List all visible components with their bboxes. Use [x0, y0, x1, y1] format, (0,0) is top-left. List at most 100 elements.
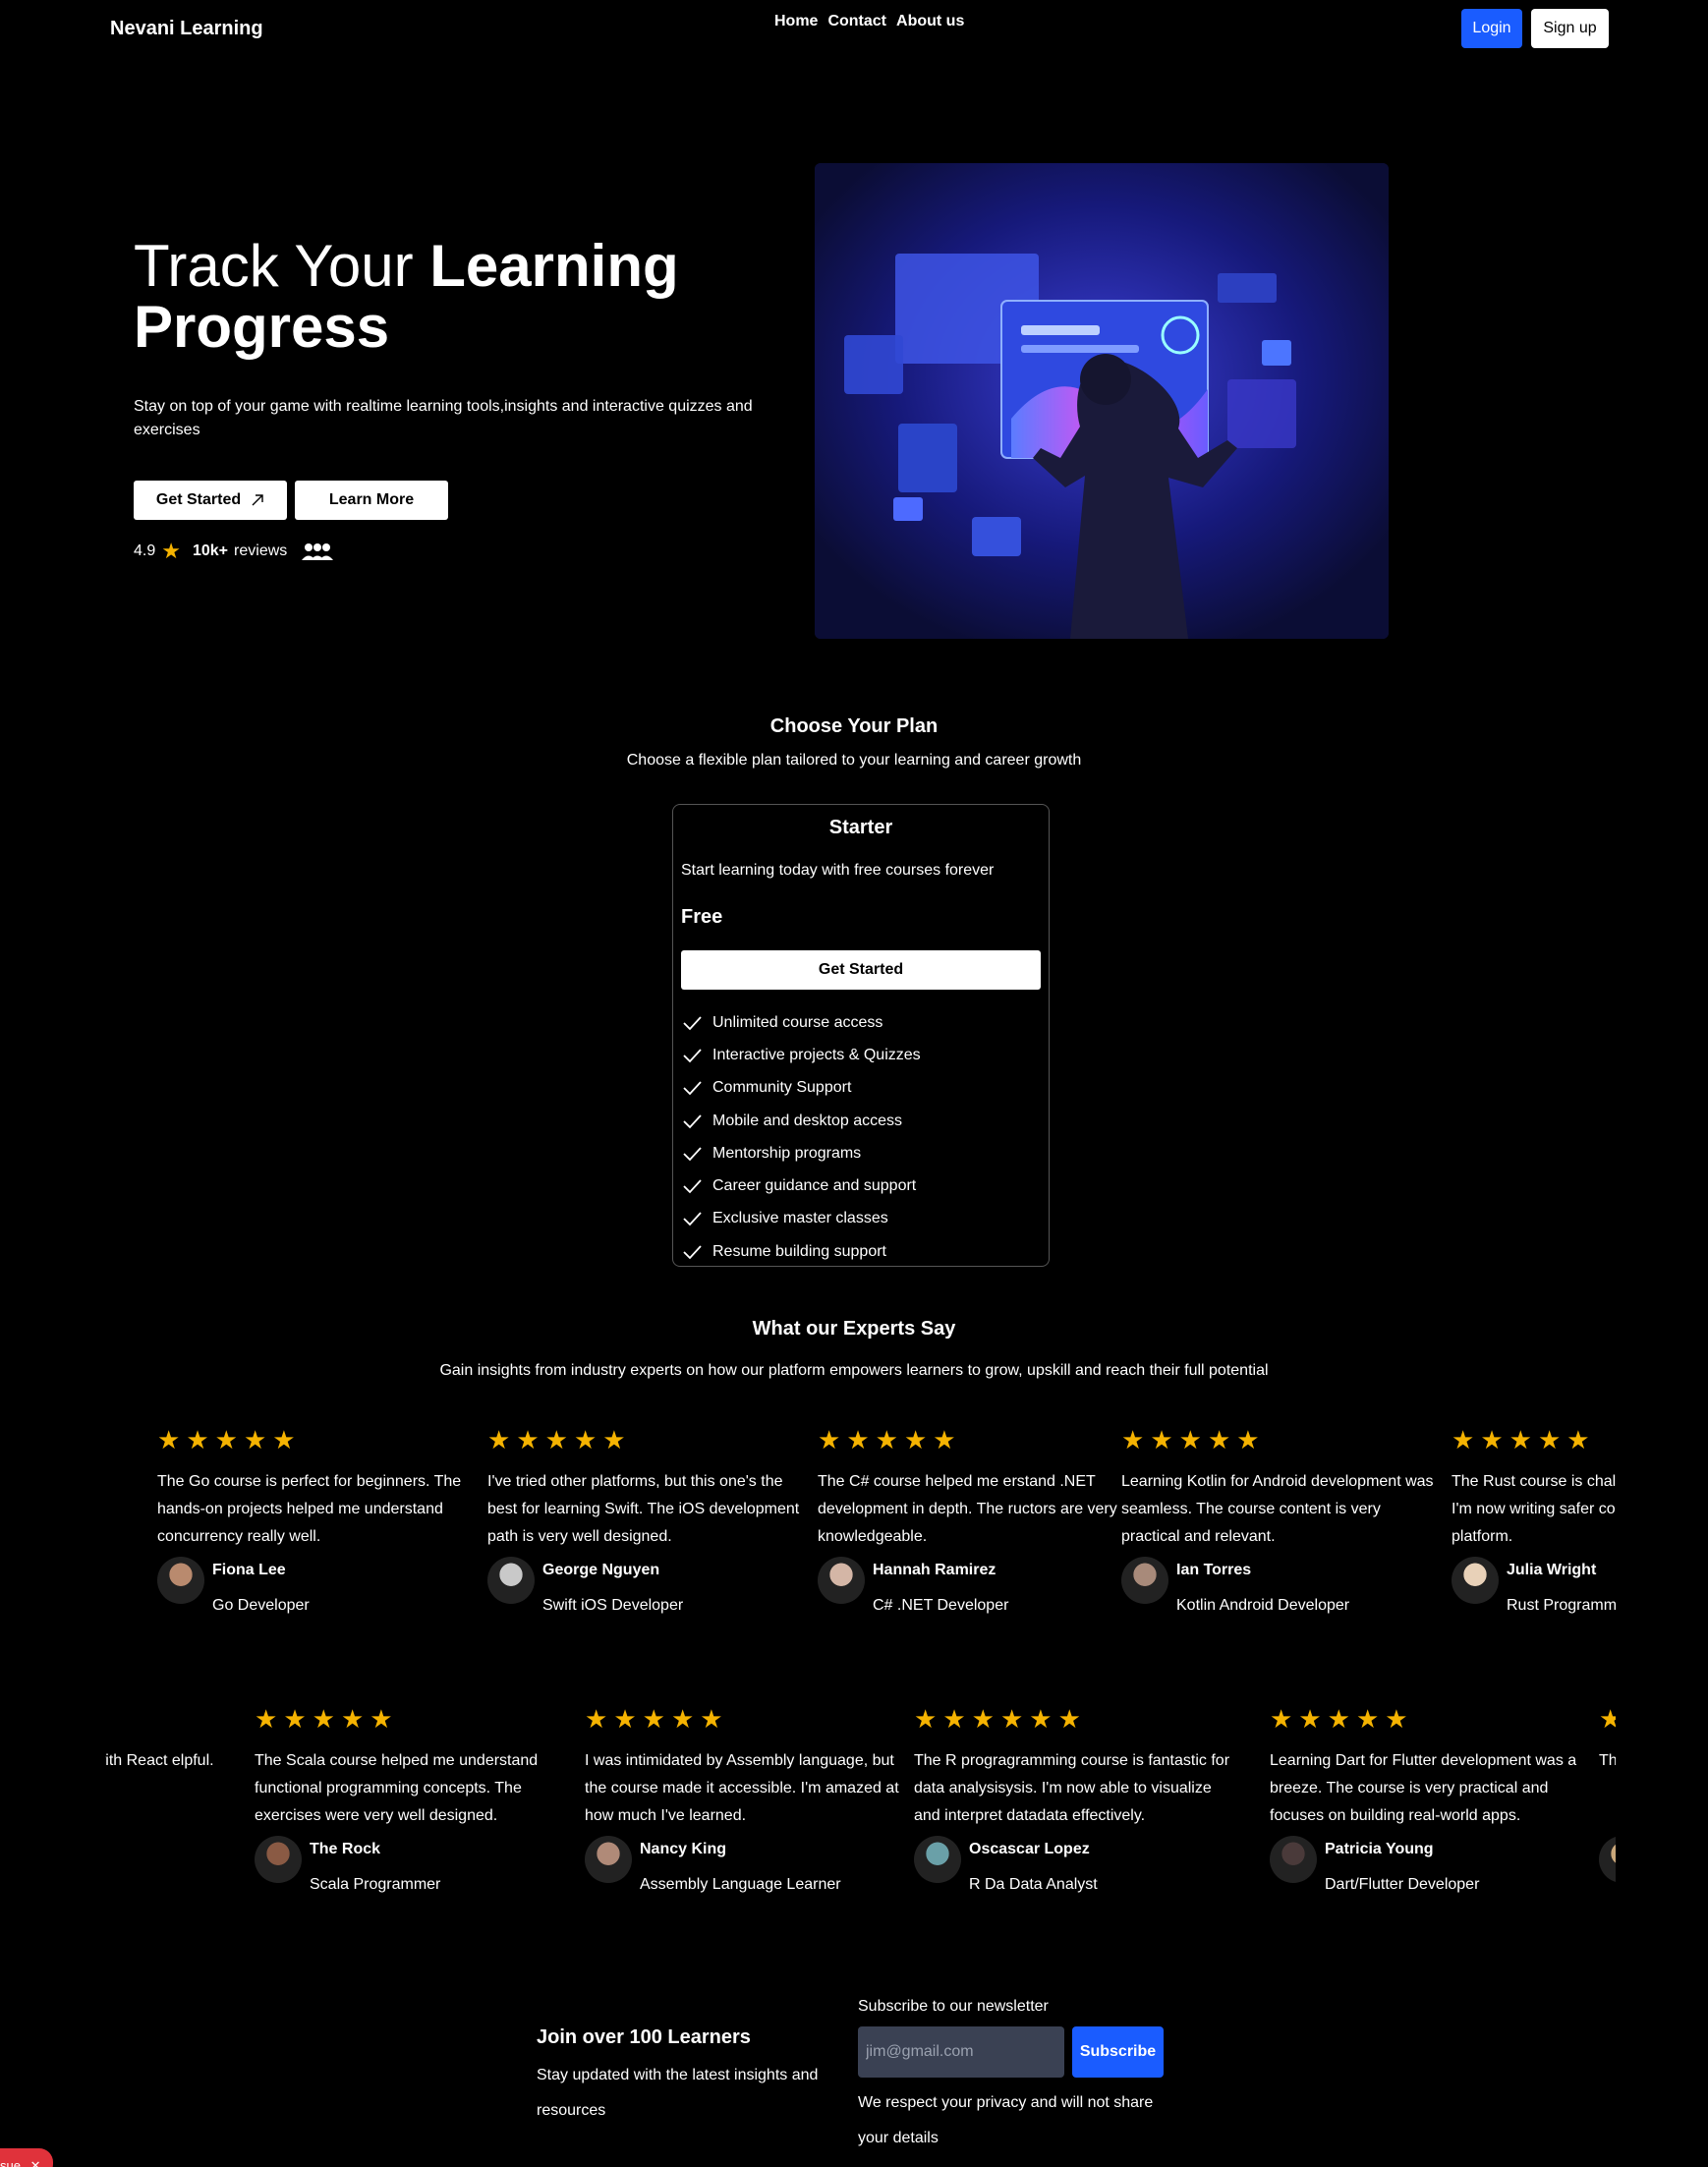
- plan-feature-label: Exclusive master classes: [712, 1210, 888, 1227]
- author-meta: George Nguyen Swift iOS Developer: [542, 1557, 683, 1615]
- plan-card-starter: Starter Start learning today with free c…: [672, 804, 1050, 1267]
- star-icon: ★: [487, 1427, 511, 1454]
- author-role: Assembly Language Learner: [640, 1876, 841, 1893]
- testimonial-author: The Rock Scala Programmer: [255, 1836, 440, 1894]
- star-icon: ★: [243, 1427, 267, 1454]
- subscribe-button[interactable]: Subscribe: [1072, 2026, 1164, 2078]
- testimonial-card: ★ Th eff us: [1599, 1706, 1616, 1883]
- star-icon: ★: [186, 1427, 209, 1454]
- issue-badge[interactable]: sue ✕: [0, 2148, 53, 2167]
- star-icon: ★: [602, 1427, 626, 1454]
- author-name: Nancy King: [640, 1841, 727, 1857]
- star-icon: ★: [1355, 1706, 1380, 1734]
- hero-get-started-button[interactable]: Get Started: [134, 481, 287, 520]
- testimonial-card: ★ ★ ★ ★ ★ I was intimidated by Assembly langu…: [585, 1706, 904, 1893]
- plan-feature-label: Interactive projects & Quizzes: [712, 1046, 921, 1063]
- newsletter-title: Join over 100 Learners: [537, 2026, 751, 2048]
- check-icon: [683, 1147, 702, 1162]
- plan-feature: Interactive projects & Quizzes: [681, 1039, 921, 1071]
- testimonial-author: Nancy King Assembly Language Learner: [585, 1836, 841, 1894]
- plans-title: Choose Your Plan: [769, 715, 939, 737]
- author-meta: Hannah Ramirez C# .NET Developer: [873, 1557, 1008, 1615]
- testimonial-card: ★ ★ ★ ★ ★ The C# course helped me erstand .NE…: [818, 1427, 1137, 1614]
- check-icon: [683, 1081, 702, 1096]
- star-icon: ★: [999, 1706, 1024, 1734]
- nav-home-link[interactable]: Home: [774, 13, 818, 30]
- author-role: Swift iOS Developer: [542, 1597, 684, 1614]
- testimonial-card: ★ ★ ★ ★ ★ The Go course is perfect for beginn…: [157, 1427, 477, 1614]
- avatar: [255, 1836, 302, 1883]
- author-name: Hannah Ramirez: [873, 1562, 996, 1578]
- author-role: R Da Data Analyst: [969, 1876, 1098, 1893]
- star-rating: ★ ★ ★ ★ ★: [818, 1427, 1137, 1454]
- arrow-up-right-icon: [252, 494, 263, 506]
- author-meta: Oscascar Lopez R Da Data Analyst: [969, 1836, 1098, 1894]
- star-icon: ★: [1270, 1706, 1293, 1734]
- star-icon: ★: [585, 1706, 608, 1734]
- star-icon: ★: [971, 1706, 995, 1734]
- newsletter-label: Subscribe to our newsletter: [858, 1998, 1049, 2015]
- avatar: [1452, 1557, 1499, 1604]
- star-rating: ★ ★ ★ ★ ★: [487, 1427, 807, 1454]
- newsletter-email-input[interactable]: [858, 2026, 1064, 2078]
- author-name: Oscascar Lopez: [969, 1841, 1090, 1857]
- star-rating: ★: [1599, 1706, 1616, 1734]
- star-icon: ★: [942, 1706, 966, 1734]
- testimonial-card: ★ ★ ★ ★ ★ The Scala course helped me understa…: [255, 1706, 574, 1893]
- experts-subtitle: Gain insights from industry experts on h…: [439, 1362, 1269, 1379]
- experts-title: What our Experts Say: [752, 1318, 956, 1340]
- star-icon: ★: [933, 1427, 956, 1454]
- hero-subtitle: Stay on top of your game with realtime l…: [134, 398, 753, 438]
- plans-subtitle: Choose a flexible plan tailored to your …: [626, 752, 1082, 769]
- star-icon: ★: [272, 1427, 296, 1454]
- testimonial-author: Julia Wright Rust Programmer: [1452, 1557, 1616, 1615]
- top-navbar: Nevani Learning Home Contact About us Lo…: [0, 0, 1708, 61]
- brand-logo[interactable]: Nevani Learning: [110, 18, 263, 40]
- star-icon: ★: [1566, 1427, 1590, 1454]
- star-rating: ★ ★ ★ ★ ★: [1270, 1706, 1589, 1734]
- author-role: Dart/Flutter Developer: [1325, 1876, 1480, 1893]
- testimonial-author: Hannah Ramirez C# .NET Developer: [818, 1557, 1008, 1615]
- login-button[interactable]: Login: [1461, 9, 1522, 48]
- star-icon: ★: [1599, 1706, 1616, 1734]
- plan-feature: Resume building support: [681, 1235, 921, 1268]
- star-icon: ★: [544, 1427, 568, 1454]
- plan-price: Free: [681, 906, 723, 928]
- testimonial-card: ★ ★ ★ ★ ★ Learning Kotlin for Android develop…: [1121, 1427, 1441, 1614]
- star-icon: ★: [670, 1706, 695, 1734]
- author-name: Patricia Young: [1325, 1841, 1434, 1857]
- testimonial-card: ★ ★ ★ ★ ★ Learning Dart for Flutter developme…: [1270, 1706, 1589, 1893]
- testimonial-author: Oscascar Lopez R Da Data Analyst: [914, 1836, 1098, 1894]
- plan-get-started-button[interactable]: Get Started: [681, 950, 1041, 990]
- newsletter-privacy-note: We respect your privacy and will not sha…: [858, 2094, 1154, 2146]
- star-icon: ★: [1480, 1427, 1504, 1454]
- star-icon: ★: [914, 1706, 938, 1734]
- star-icon: ★: [1385, 1706, 1408, 1734]
- avatar: [585, 1836, 632, 1883]
- star-icon: ★: [214, 1427, 238, 1454]
- author-role: Rust Programmer: [1507, 1597, 1616, 1614]
- hero-learn-more-button[interactable]: Learn More: [295, 481, 448, 520]
- avatar: [818, 1557, 865, 1604]
- plan-feature-label: Career guidance and support: [712, 1177, 917, 1195]
- star-icon: ★: [1327, 1706, 1350, 1734]
- testimonial-card: ★ ★ ★ ★ ★ I've tried other platforms, but thi…: [487, 1427, 807, 1614]
- plan-feature-label: Mobile and desktop access: [712, 1112, 902, 1129]
- plan-feature: Career guidance and support: [681, 1169, 921, 1202]
- plan-feature-label: Resume building support: [712, 1242, 886, 1260]
- testimonial-text: Learning Kotlin for Android development …: [1121, 1473, 1434, 1545]
- testimonial-card: ★★★★★The Rust course is challenging but …: [1452, 1427, 1616, 1614]
- plan-description: Start learning today with free courses f…: [681, 862, 995, 879]
- testimonials-row-2: tform for learning n with React elpful.p…: [105, 1706, 1616, 1932]
- author-meta: Patricia Young Dart/Flutter Developer: [1325, 1836, 1479, 1894]
- testimonial-text: I was intimidated by Assembly language, …: [585, 1752, 899, 1824]
- author-role: C# .NET Developer: [873, 1597, 1009, 1614]
- signup-button[interactable]: Sign up: [1531, 9, 1609, 48]
- star-rating: ★ ★ ★ ★ ★ ★: [914, 1706, 1233, 1734]
- nav-contact-link[interactable]: Contact: [827, 13, 886, 30]
- close-icon[interactable]: ✕: [30, 2158, 41, 2167]
- nav-about-link[interactable]: About us: [896, 13, 964, 30]
- star-icon: ★: [573, 1427, 598, 1454]
- plan-feature-label: Unlimited course access: [712, 1013, 883, 1031]
- avatar: [487, 1557, 535, 1604]
